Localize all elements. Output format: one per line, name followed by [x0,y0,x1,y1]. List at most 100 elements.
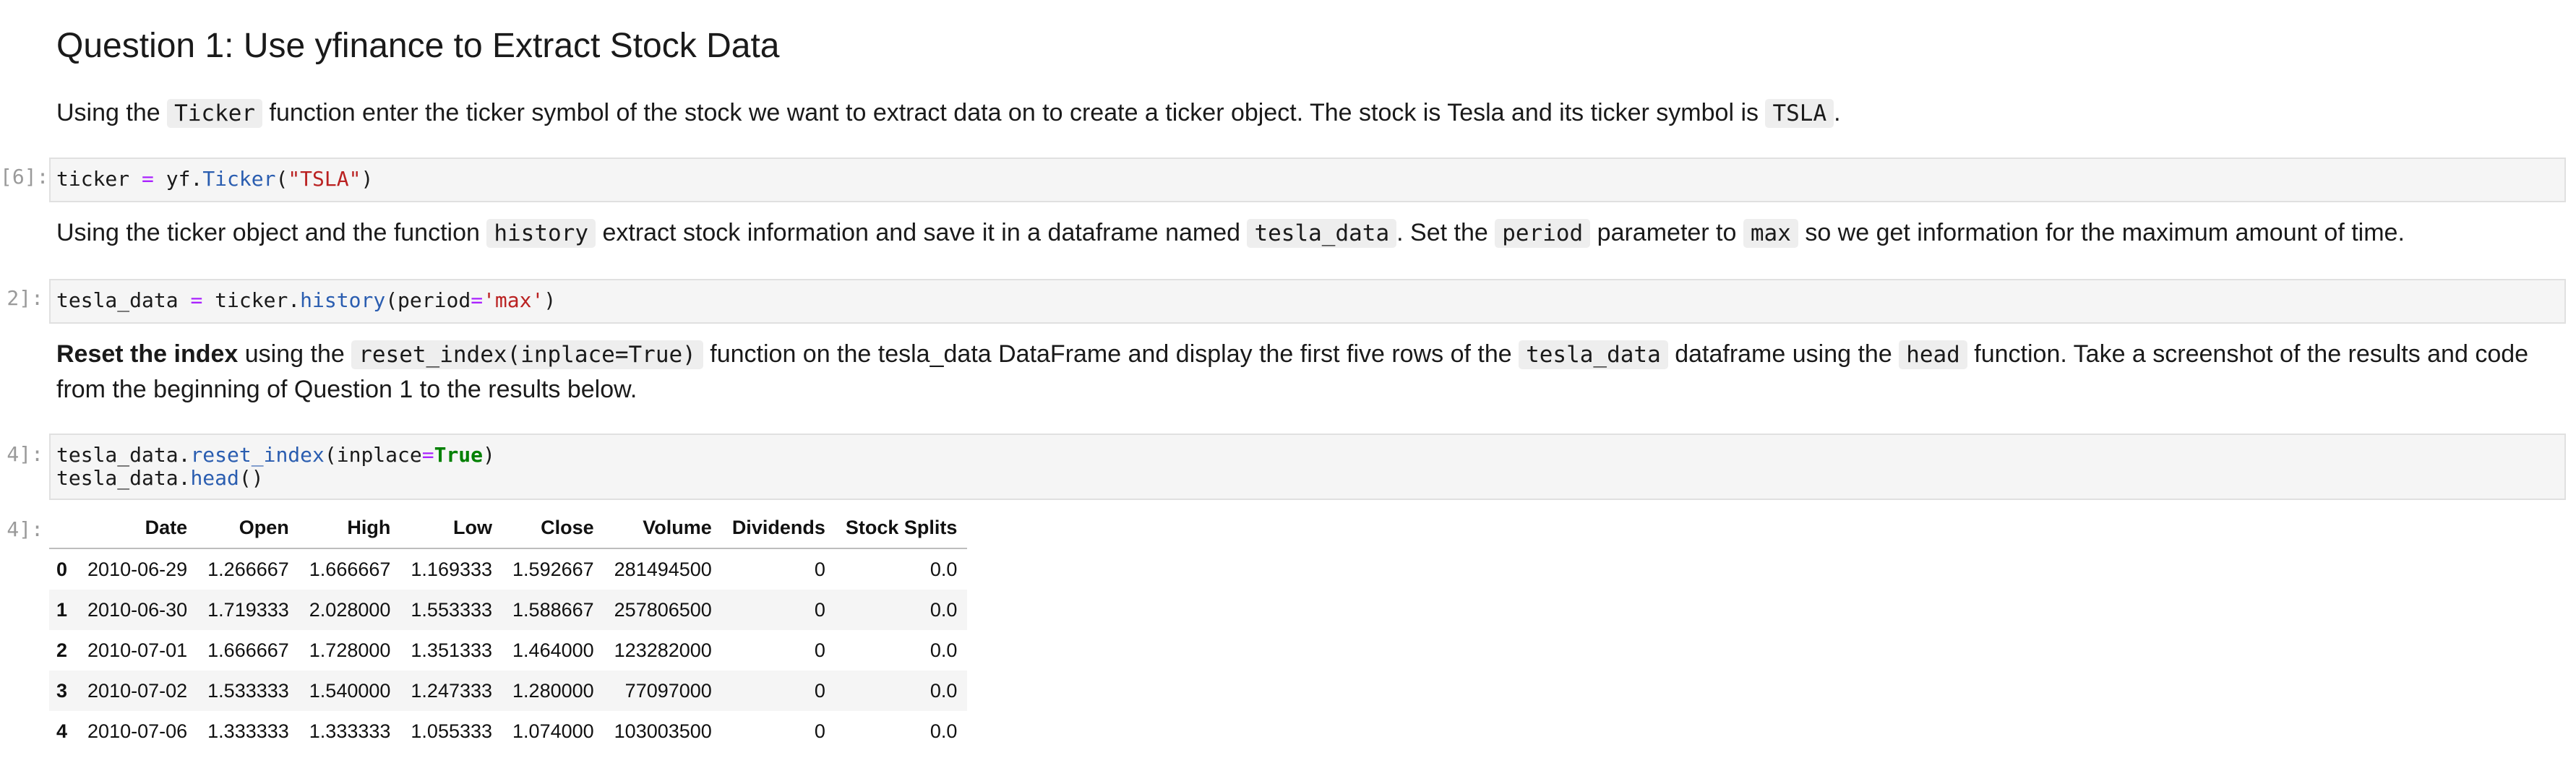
table-cell: 2010-07-06 [87,720,188,742]
table-cell: 1.533333 [207,679,289,702]
table-cell: 1.055333 [411,720,493,742]
table-cell: 1.169333 [411,558,493,580]
inline-code-history: history [486,219,596,248]
code-token: history [300,288,386,312]
table-cell: 2010-06-29 [87,558,188,580]
code-token: reset_index [190,443,325,467]
table-cell: 1.280000 [512,679,594,702]
bold-text: Reset the index [56,340,239,368]
table-cell: 1.351333 [411,639,493,661]
table-cell: 1.588667 [512,598,594,621]
code-token: = [471,288,484,312]
text: . Set the [1396,219,1488,246]
table-cell: 1.074000 [512,720,594,742]
table-cell: 0.0 [929,720,958,742]
text: function enter the ticker symbol of the … [269,99,1759,126]
table-row: 2 2010-07-01 1.666667 1.728000 1.351333 … [49,630,968,671]
table-cell: 1.592667 [512,558,594,580]
inline-code-tesla-data: tesla_data [1247,219,1397,248]
table-cell: 1.540000 [309,679,391,702]
code-token: (period [385,288,471,312]
question-heading: Question 1: Use yfinance to Extract Stoc… [56,27,780,65]
table-cell: 2010-07-02 [87,679,188,702]
table-row: 3 2010-07-02 1.533333 1.540000 1.247333 … [49,671,968,711]
text: dataframe using the [1675,340,1892,368]
table-cell: 0.0 [929,679,958,702]
code-token: yf. [166,167,203,191]
code-token: (inplace [324,443,422,467]
instruction-paragraph-2: Using the ticker object and the function… [56,215,2405,251]
code-token: ( [275,167,288,191]
table-cell: 103003500 [614,720,712,742]
table-cell: 123282000 [614,639,712,661]
text: Using the [56,99,160,126]
row-index: 2 [56,639,68,661]
table-cell: 1.464000 [512,639,594,661]
code-cell-history[interactable]: tesla_data = ticker.history(period='max'… [49,279,2566,324]
code-token: "TSLA" [288,167,361,191]
row-index: 3 [56,679,68,702]
table-cell: 1.247333 [411,679,493,702]
code-token: ticker. [215,288,301,312]
table-row: 0 2010-06-29 1.266667 1.666667 1.169333 … [49,548,968,590]
text: so we get information for the maximum am… [1805,219,2405,246]
table-cell: 0.0 [929,598,958,621]
text: function on the tesla_data DataFrame and… [710,340,1512,368]
code-token: True [434,443,484,467]
table-cell: 0 [814,639,825,661]
text: using the [244,340,345,368]
output-area: Date Open High Low Close Volume Dividend… [49,507,968,751]
code-token: ) [544,288,557,312]
dataframe-table: Date Open High Low Close Volume Dividend… [49,507,968,751]
code-token: Ticker [202,167,276,191]
column-header: Volume [604,507,722,549]
row-index: 4 [56,720,68,742]
code-token: head [190,466,239,490]
code-token: ticker [56,167,130,191]
column-header: Dividends [721,507,836,549]
text: Using the ticker object and the function [56,219,480,246]
table-cell: 257806500 [614,598,712,621]
code-token: tesla_data. [56,443,191,467]
inline-code-tesla-data: tesla_data [1519,340,1668,369]
column-header: Close [502,507,604,549]
table-cell: 2010-06-30 [87,598,188,621]
instruction-paragraph-3: Reset the index using the reset_index(in… [56,337,2572,407]
inline-code-head: head [1899,340,1967,369]
table-cell: 2.028000 [309,598,391,621]
table-cell: 1.666667 [309,558,391,580]
table-cell: 281494500 [614,558,712,580]
inline-code-tsla: TSLA [1765,99,1834,128]
column-header: Low [400,507,503,549]
table-cell: 1.333333 [207,720,289,742]
text: . [1834,99,1841,126]
table-row: 1 2010-06-30 1.719333 2.028000 1.553333 … [49,590,968,630]
code-token: = [421,443,434,467]
table-cell: 77097000 [624,679,712,702]
table-cell: 1.333333 [309,720,391,742]
table-cell: 0 [814,558,825,580]
table-cell: 0.0 [929,639,958,661]
inline-code-max: max [1743,219,1798,248]
table-cell: 2010-07-01 [87,639,188,661]
cell-prompt: [6]: [0,165,49,189]
code-cell-reset-head[interactable]: tesla_data.reset_index(inplace=True) tes… [49,434,2566,500]
code-token: tesla_data. [56,466,191,490]
inline-code-period: period [1495,219,1591,248]
table-cell: 1.666667 [207,639,289,661]
code-cell-ticker[interactable]: ticker = yf.Ticker("TSLA") [49,158,2566,202]
table-cell: 1.728000 [309,639,391,661]
table-cell: 0 [814,679,825,702]
column-header [49,507,78,549]
table-header-row: Date Open High Low Close Volume Dividend… [49,507,968,549]
row-index: 0 [56,558,68,580]
code-token: ) [483,443,495,467]
output-prompt: 4]: [7,517,43,541]
text: extract stock information and save it in… [602,219,1241,246]
code-token: = [142,167,154,191]
code-token: = [190,288,203,312]
inline-code-ticker: Ticker [167,99,263,128]
table-cell: 0.0 [929,558,958,580]
column-header: Stock Splits [835,507,968,549]
text: parameter to [1597,219,1737,246]
